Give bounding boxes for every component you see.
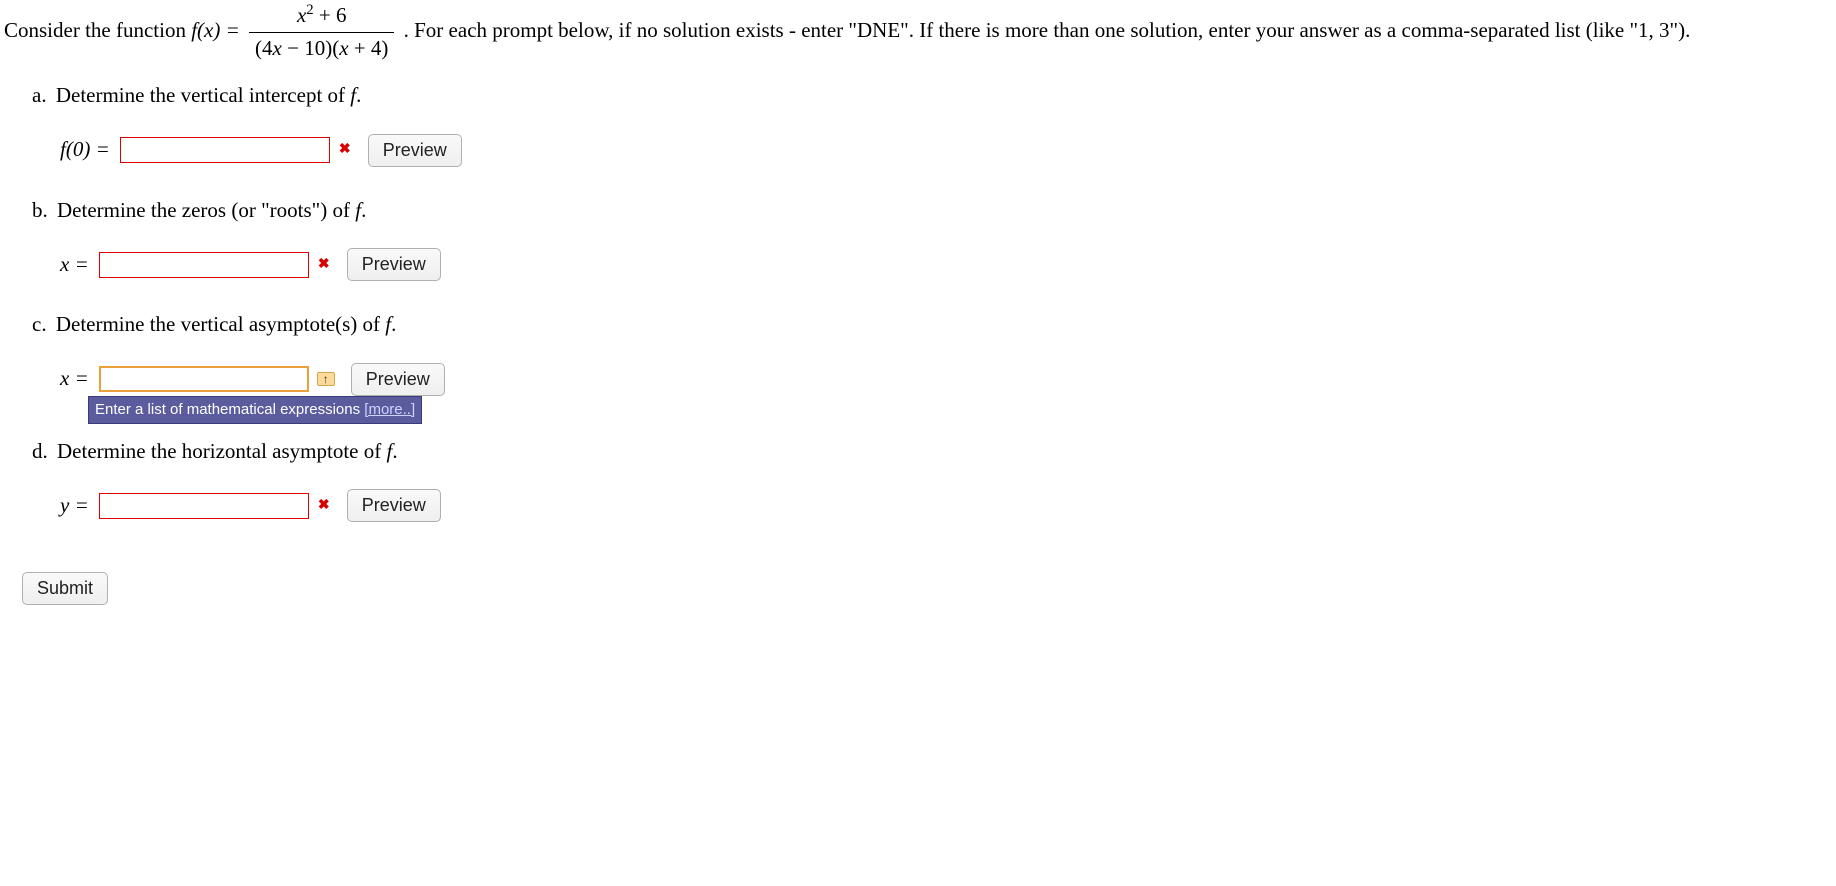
problem-statement: Consider the function f(x) = x2 + 6 (4x … — [4, 0, 1832, 64]
preview-button[interactable]: Preview — [347, 248, 441, 281]
part-a-answer-row: f(0) = ✖ Preview — [32, 134, 462, 167]
wrong-icon: ✖ — [317, 499, 331, 513]
part-d-text: Determine the horizontal asymptote of f. — [57, 439, 398, 463]
function-fraction: x2 + 6 (4x − 10)(x + 4) — [249, 0, 394, 64]
part-a-label: a. — [32, 83, 47, 107]
part-c: c. Determine the vertical asymptote(s) o… — [32, 309, 1832, 396]
part-c-answer-row: x = ↑ Preview Enter a list of mathematic… — [32, 363, 445, 396]
function-lhs: f(x) = — [191, 18, 245, 42]
part-d-answer-row: y = ✖ Preview — [32, 489, 441, 522]
part-a-input[interactable] — [120, 137, 330, 163]
part-d-input[interactable] — [99, 493, 309, 519]
part-d-lhs: y = — [60, 490, 89, 522]
denominator: (4x − 10)(x + 4) — [249, 32, 394, 65]
wrong-icon: ✖ — [317, 258, 331, 272]
intro-prefix: Consider the function — [4, 18, 191, 42]
part-c-lhs: x = — [60, 363, 89, 395]
part-b: b. Determine the zeros (or "roots") of f… — [32, 195, 1832, 282]
part-b-text: Determine the zeros (or "roots") of f. — [57, 198, 366, 222]
part-b-lhs: x = — [60, 249, 89, 281]
numerator: x2 + 6 — [249, 0, 394, 32]
preview-button[interactable]: Preview — [351, 363, 445, 396]
part-d: d. Determine the horizontal asymptote of… — [32, 436, 1832, 523]
preview-button[interactable]: Preview — [368, 134, 462, 167]
submit-button[interactable]: Submit — [22, 572, 108, 605]
tooltip-text: Enter a list of mathematical expressions — [95, 401, 364, 418]
input-tooltip: Enter a list of mathematical expressions… — [88, 396, 422, 425]
part-b-label: b. — [32, 198, 48, 222]
part-a-text: Determine the vertical intercept of f. — [56, 83, 362, 107]
part-b-input[interactable] — [99, 252, 309, 278]
part-d-label: d. — [32, 439, 48, 463]
part-c-text: Determine the vertical asymptote(s) of f… — [56, 312, 397, 336]
preview-button[interactable]: Preview — [347, 489, 441, 522]
wrong-icon: ✖ — [338, 143, 352, 157]
arrow-up-icon: ↑ — [317, 372, 335, 386]
part-a: a. Determine the vertical intercept of f… — [32, 80, 1832, 167]
part-b-answer-row: x = ✖ Preview — [32, 248, 441, 281]
part-c-label: c. — [32, 312, 47, 336]
part-c-input[interactable] — [99, 366, 309, 392]
part-a-lhs: f(0) = — [60, 134, 110, 166]
tooltip-more-link[interactable]: [more..] — [364, 401, 415, 418]
intro-suffix: . For each prompt below, if no solution … — [404, 18, 1691, 42]
